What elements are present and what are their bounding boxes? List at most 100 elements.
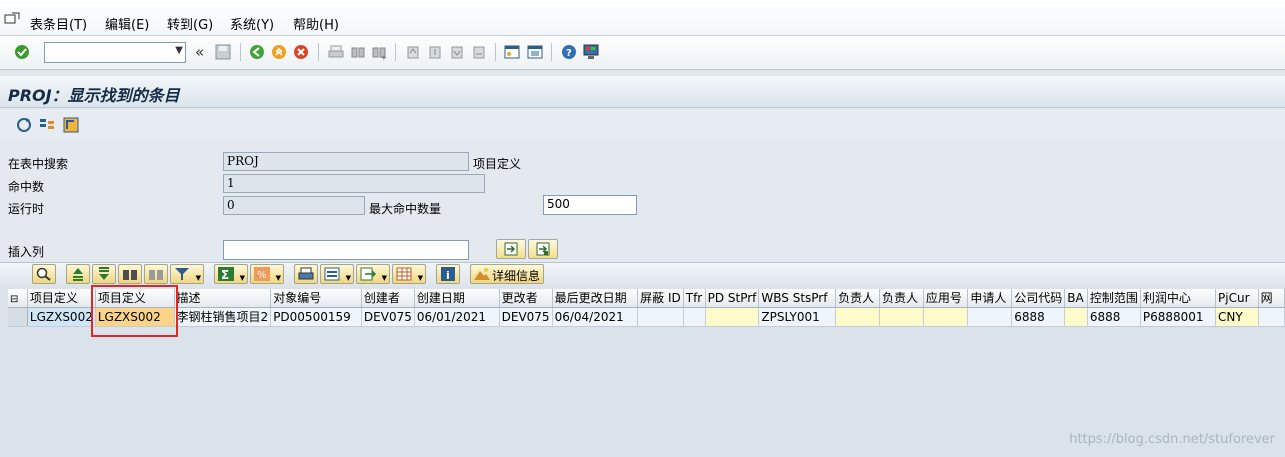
detail-info-button[interactable]: 详细信息: [470, 264, 544, 284]
technical-view-icon[interactable]: [63, 117, 79, 136]
column-header[interactable]: PD StPrf: [705, 289, 760, 308]
column-header[interactable]: 公司代码: [1011, 289, 1066, 308]
search-table-description: 项目定义: [473, 157, 522, 171]
insert-column-alt-button[interactable]: [528, 239, 558, 259]
menu-item-edit[interactable]: 编辑(E): [105, 14, 149, 33]
table-cell[interactable]: [637, 307, 684, 327]
layout-button[interactable]: ▼: [392, 264, 426, 284]
menu-system-icon[interactable]: [4, 12, 20, 29]
total-button[interactable]: Σ ▼: [214, 264, 248, 284]
column-header[interactable]: 描述: [174, 289, 272, 308]
table-cell[interactable]: [835, 307, 880, 327]
previous-page-icon[interactable]: [427, 44, 443, 60]
table-cell[interactable]: DEV075: [361, 307, 415, 327]
find-next-button[interactable]: [144, 264, 168, 284]
column-header[interactable]: 更改者: [499, 289, 553, 308]
column-header[interactable]: 最后更改日期: [552, 289, 639, 308]
customize-layout-icon[interactable]: [583, 44, 599, 60]
table-cell[interactable]: [683, 307, 706, 327]
column-header[interactable]: PjCur: [1215, 289, 1259, 308]
table-cell[interactable]: [1258, 307, 1285, 327]
column-header[interactable]: 对象编号: [270, 289, 362, 308]
cancel-icon[interactable]: [293, 44, 309, 60]
table-cell[interactable]: [1064, 307, 1088, 327]
table-cell[interactable]: P6888001: [1140, 307, 1217, 327]
back-chevrons-icon[interactable]: «: [195, 43, 204, 61]
subtotal-icon: %: [254, 267, 270, 281]
table-cell[interactable]: ZPSLY001: [758, 307, 837, 327]
enter-check-icon[interactable]: [14, 44, 30, 60]
information-button[interactable]: i: [436, 264, 460, 284]
find-button[interactable]: [118, 264, 142, 284]
table-cell[interactable]: [879, 307, 924, 327]
print-preview-button[interactable]: [294, 264, 318, 284]
max-hits-input[interactable]: 500: [543, 195, 637, 215]
menu-item-help[interactable]: 帮助(H): [293, 14, 339, 33]
exit-icon[interactable]: [271, 44, 287, 60]
info-icon: i: [441, 267, 455, 281]
export-button[interactable]: ▼: [356, 264, 390, 284]
print-icon[interactable]: [328, 44, 344, 60]
table-cell[interactable]: 李钢柱销售项目2: [174, 307, 272, 327]
table-cell[interactable]: CNY: [1215, 307, 1259, 327]
back-icon[interactable]: [249, 44, 265, 60]
magnifier-icon: [36, 267, 51, 281]
table-cell[interactable]: PD00500159: [270, 307, 362, 327]
highlight-box: [91, 285, 178, 337]
table-cell[interactable]: 6888: [1087, 307, 1141, 327]
find-icon[interactable]: [350, 44, 366, 60]
subtotal-button[interactable]: % ▼: [250, 264, 284, 284]
insert-column-button[interactable]: [496, 239, 526, 259]
menu-item-table-entry[interactable]: 表条目(T): [30, 14, 87, 33]
first-page-icon[interactable]: [405, 44, 421, 60]
column-header[interactable]: Tfr: [683, 289, 706, 308]
insert-column-input[interactable]: [223, 240, 469, 260]
views-button[interactable]: ▼: [320, 264, 354, 284]
shortcut-icon[interactable]: [527, 44, 543, 60]
find-next-icon[interactable]: +: [371, 44, 387, 62]
next-page-icon[interactable]: [449, 44, 465, 60]
column-header[interactable]: 应用号: [923, 289, 969, 308]
column-header[interactable]: 项目定义: [27, 289, 96, 308]
menu-item-system[interactable]: 系统(Y): [230, 14, 274, 33]
row-selector[interactable]: [8, 307, 28, 327]
select-all-icon: ⊟: [10, 293, 19, 305]
filter-button[interactable]: ▼: [170, 264, 204, 284]
sort-ascending-button[interactable]: [66, 264, 90, 284]
help-icon[interactable]: ?: [561, 44, 577, 60]
table-cell[interactable]: 6888: [1011, 307, 1066, 327]
printer-icon: [298, 267, 314, 280]
row-selector-header[interactable]: ⊟: [8, 289, 28, 308]
mountain-icon: [474, 268, 490, 280]
create-session-icon[interactable]: [504, 44, 520, 60]
last-page-icon[interactable]: [471, 44, 487, 60]
table-cell[interactable]: 06/01/2021: [414, 307, 500, 327]
column-header[interactable]: 创建者: [361, 289, 415, 308]
table-cell[interactable]: DEV075: [499, 307, 553, 327]
choose-fields-icon[interactable]: [39, 117, 55, 136]
column-header[interactable]: 申请人: [967, 289, 1013, 308]
details-view-button[interactable]: [32, 264, 56, 284]
menu-item-goto[interactable]: 转到(G): [167, 14, 213, 33]
column-header[interactable]: 负责人: [835, 289, 880, 308]
table-cell[interactable]: [705, 307, 760, 327]
table-cell[interactable]: 06/04/2021: [552, 307, 639, 327]
column-header[interactable]: 控制范围: [1087, 289, 1141, 308]
table-row[interactable]: LGZXS002 LGZXS002 李钢柱销售项目2 PD00500159 DEV075…: [8, 307, 1285, 327]
command-dropdown-icon[interactable]: ▼: [175, 45, 183, 56]
sort-descending-button[interactable]: [92, 264, 116, 284]
column-header[interactable]: 网: [1258, 289, 1285, 308]
column-header[interactable]: 利润中心: [1140, 289, 1217, 308]
command-field[interactable]: ▼: [44, 42, 186, 63]
column-header[interactable]: WBS StsPrf: [758, 289, 837, 308]
column-header[interactable]: 创建日期: [414, 289, 500, 308]
table-cell[interactable]: [923, 307, 969, 327]
detail-info-label: 详细信息: [492, 269, 541, 283]
column-header[interactable]: 负责人: [879, 289, 924, 308]
table-cell[interactable]: [967, 307, 1013, 327]
refresh-icon[interactable]: [16, 117, 32, 136]
column-header[interactable]: 屏蔽 ID: [637, 289, 684, 308]
save-icon[interactable]: [215, 44, 231, 60]
column-header[interactable]: BA: [1064, 289, 1088, 308]
table-cell[interactable]: LGZXS002: [27, 307, 96, 327]
